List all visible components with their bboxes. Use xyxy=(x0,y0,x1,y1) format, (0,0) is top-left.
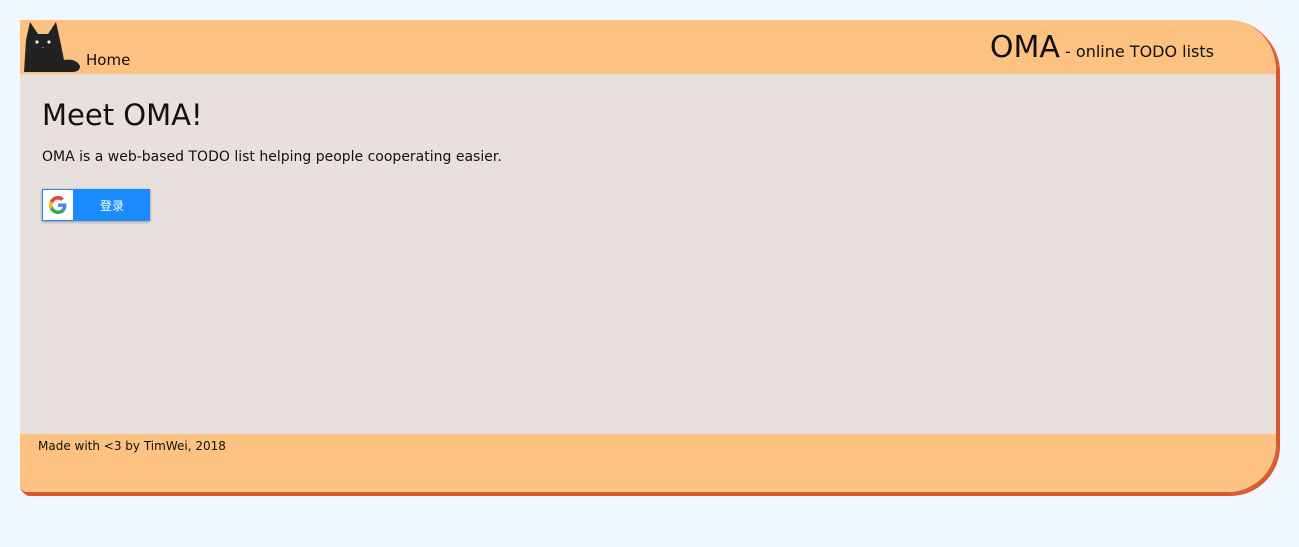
page-title: Meet OMA! xyxy=(42,98,203,132)
site-footer: Made with <3 by TimWei, 2018 xyxy=(20,434,1276,492)
site-header: Home OMA - online TODO lists xyxy=(20,20,1276,74)
home-link[interactable]: Home xyxy=(86,51,130,69)
google-icon xyxy=(43,190,73,220)
main-content: Meet OMA! OMA is a web-based TODO list h… xyxy=(20,74,1276,434)
brand-tagline: - online TODO lists xyxy=(1059,42,1214,61)
black-cat-icon[interactable] xyxy=(20,20,82,74)
page-description: OMA is a web-based TODO list helping peo… xyxy=(42,149,502,165)
app-card: Home OMA - online TODO lists Meet OMA! O… xyxy=(20,20,1278,494)
signin-label: 登录 xyxy=(99,198,124,213)
footer-credit: Made with <3 by TimWei, 2018 xyxy=(38,439,226,453)
google-signin-button[interactable]: 登录 xyxy=(42,189,150,221)
brand-name: OMA xyxy=(989,30,1060,65)
brand-title: OMA - online TODO lists xyxy=(990,30,1214,65)
